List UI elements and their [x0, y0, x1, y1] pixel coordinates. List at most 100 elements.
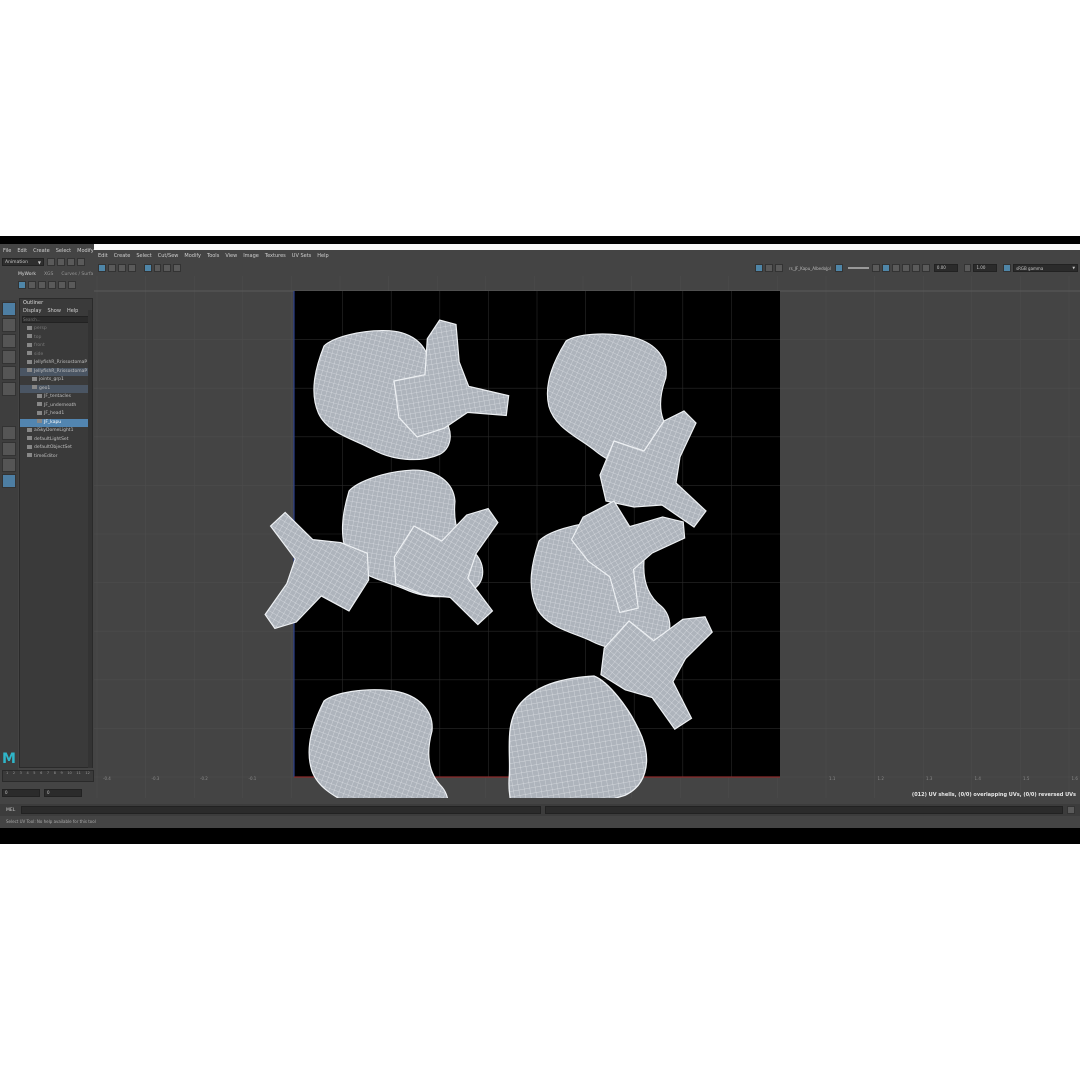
outliner-search-input[interactable]	[22, 315, 90, 323]
uv-wireframe-icon[interactable]	[143, 264, 152, 272]
uv-texture-swatch-icon[interactable]	[834, 264, 843, 272]
uv-menu-create[interactable]: Create	[114, 253, 131, 259]
uv-gamma-icon[interactable]	[963, 264, 972, 272]
outliner-layout-icon[interactable]	[2, 474, 16, 488]
save-scene-icon[interactable]	[67, 258, 75, 266]
node-icon	[37, 410, 42, 415]
outliner-item[interactable]: JF_kapu	[20, 418, 92, 427]
outliner-menu-display[interactable]: Display	[23, 308, 41, 314]
uv-exposure-icon[interactable]	[922, 264, 930, 272]
outliner-item-label: JellyfishR_RrissostomaP	[34, 360, 88, 365]
outliner-item[interactable]: front	[20, 342, 92, 351]
uv-canvas[interactable]	[94, 276, 1080, 798]
new-scene-icon[interactable]	[47, 258, 55, 266]
script-editor-icon[interactable]	[1067, 806, 1076, 814]
uv-menu-image[interactable]: Image	[243, 253, 259, 259]
outliner-menu-help[interactable]: Help	[67, 308, 78, 314]
time-slider[interactable]: 1 2 3 4 5 6 7 8 9 10 11 12	[2, 770, 94, 782]
uv-checker-icon[interactable]	[163, 264, 172, 272]
outliner-item[interactable]: JF_underneath	[20, 402, 92, 411]
outliner-item-label: persp	[34, 326, 47, 331]
uv-distortion-icon[interactable]	[173, 264, 182, 272]
uv-grid-icon[interactable]	[117, 264, 126, 272]
uv-menu-textures[interactable]: Textures	[265, 253, 286, 259]
mode-selector[interactable]: Animation ▼	[2, 258, 44, 266]
shelf-light-icon[interactable]	[38, 281, 46, 289]
open-scene-icon[interactable]	[57, 258, 65, 266]
uv-texture-dim-icon[interactable]	[775, 264, 783, 272]
uv-texture-toggle-icon[interactable]	[755, 264, 764, 272]
menu-create[interactable]: Create	[33, 248, 50, 254]
outliner-item[interactable]: joints_grp1	[20, 376, 92, 385]
texture-name[interactable]: rs_JF_Kapu_AlbedoJpl	[789, 266, 831, 271]
lasso-tool-icon[interactable]	[2, 318, 16, 332]
rotate-tool-icon[interactable]	[2, 366, 16, 380]
menu-modify[interactable]: Modify	[77, 248, 94, 254]
move-tool-icon[interactable]	[2, 350, 16, 364]
range-end-field[interactable]: 0	[44, 789, 82, 797]
undo-icon[interactable]	[77, 258, 85, 266]
uv-shaded-icon[interactable]	[153, 264, 162, 272]
shelf-camera-icon[interactable]	[68, 281, 76, 289]
outliner-menu-show[interactable]: Show	[47, 308, 61, 314]
uv-menu-help[interactable]: Help	[317, 253, 328, 259]
outliner-item[interactable]: JF_head1	[20, 410, 92, 419]
shelf-joint-icon[interactable]	[28, 281, 36, 289]
exposure-field[interactable]: 0.00	[933, 264, 958, 272]
paint-select-icon[interactable]	[2, 334, 16, 348]
select-tool-icon[interactable]	[2, 302, 16, 316]
outliner-item[interactable]: timeEditor	[20, 453, 92, 462]
outliner-item[interactable]: JF_tentacles	[20, 393, 92, 402]
last-tool-icon[interactable]	[2, 426, 16, 440]
outliner-item[interactable]: defaultObjectSet	[20, 444, 92, 453]
uv-menu-select[interactable]: Select	[136, 253, 151, 259]
uv-menu-uv-sets[interactable]: UV Sets	[292, 253, 312, 259]
outliner-item[interactable]: side	[20, 351, 92, 360]
scale-tool-icon[interactable]	[2, 382, 16, 396]
uv-menu-tools[interactable]: Tools	[207, 253, 219, 259]
uv-pin-icon[interactable]	[872, 264, 881, 272]
shelf-curve-icon[interactable]	[48, 281, 56, 289]
shelf-group-icon[interactable]	[58, 281, 66, 289]
shelf-tab-curves[interactable]: Curves / Surfa	[61, 272, 93, 277]
menu-edit[interactable]: Edit	[17, 248, 27, 254]
menu-select[interactable]: Select	[56, 248, 71, 254]
uv-display-image-icon[interactable]	[882, 264, 891, 272]
uv-brightness-slider[interactable]	[847, 267, 870, 269]
uv-image-icon[interactable]	[107, 264, 116, 272]
uv-menu-modify[interactable]: Modify	[184, 253, 201, 259]
uv-texture-menu-icon[interactable]	[765, 264, 774, 272]
gamma-field[interactable]: 1.00	[973, 264, 998, 272]
four-view-layout-icon[interactable]	[2, 458, 16, 472]
uv-shell-select-icon[interactable]	[98, 264, 106, 272]
outliner-item[interactable]: geo1	[20, 384, 92, 393]
outliner-item[interactable]: defaultLightSet	[20, 436, 92, 445]
color-space-selector[interactable]: sRGB gamma ▼	[1013, 264, 1079, 272]
outliner-scrollbar[interactable]	[88, 310, 92, 768]
command-language-label[interactable]: MEL	[0, 808, 21, 813]
shelf-sphere-icon[interactable]	[18, 281, 26, 289]
uv-snap-icon[interactable]	[127, 264, 136, 272]
node-icon	[37, 419, 42, 423]
timeline-tick: 7	[46, 771, 50, 775]
outliner-item[interactable]: persp	[20, 325, 92, 334]
uv-menu-edit[interactable]: Edit	[98, 253, 108, 259]
uv-rgb-icon[interactable]	[902, 264, 911, 272]
main-menu-bar: File Edit Create Select Modify	[0, 246, 94, 255]
single-view-layout-icon[interactable]	[2, 442, 16, 456]
uv-menu-view[interactable]: View	[225, 253, 237, 259]
outliner-item[interactable]: top	[20, 334, 92, 343]
command-input[interactable]	[21, 806, 542, 814]
outliner-item[interactable]: aiSkyDomeLight1	[20, 427, 92, 436]
color-management-icon[interactable]	[1003, 264, 1012, 272]
uv-filter-icon[interactable]	[892, 264, 901, 272]
shelf-tab-xgs[interactable]: XGS	[44, 272, 53, 277]
uv-menu-cut-sew[interactable]: Cut/Sew	[158, 253, 179, 259]
outliner-item[interactable]: JellyfishR_RrissostomaP	[20, 367, 92, 376]
shelf-tab-mywork[interactable]: MyWork	[18, 272, 36, 277]
outliner-item[interactable]: JellyfishR_RrissostomaP	[20, 359, 92, 368]
menu-file[interactable]: File	[3, 248, 11, 254]
range-start-field[interactable]: 0	[2, 789, 40, 797]
outliner-item-label: JellyfishR_RrissostomaP	[34, 368, 88, 374]
uv-alpha-icon[interactable]	[912, 264, 920, 272]
